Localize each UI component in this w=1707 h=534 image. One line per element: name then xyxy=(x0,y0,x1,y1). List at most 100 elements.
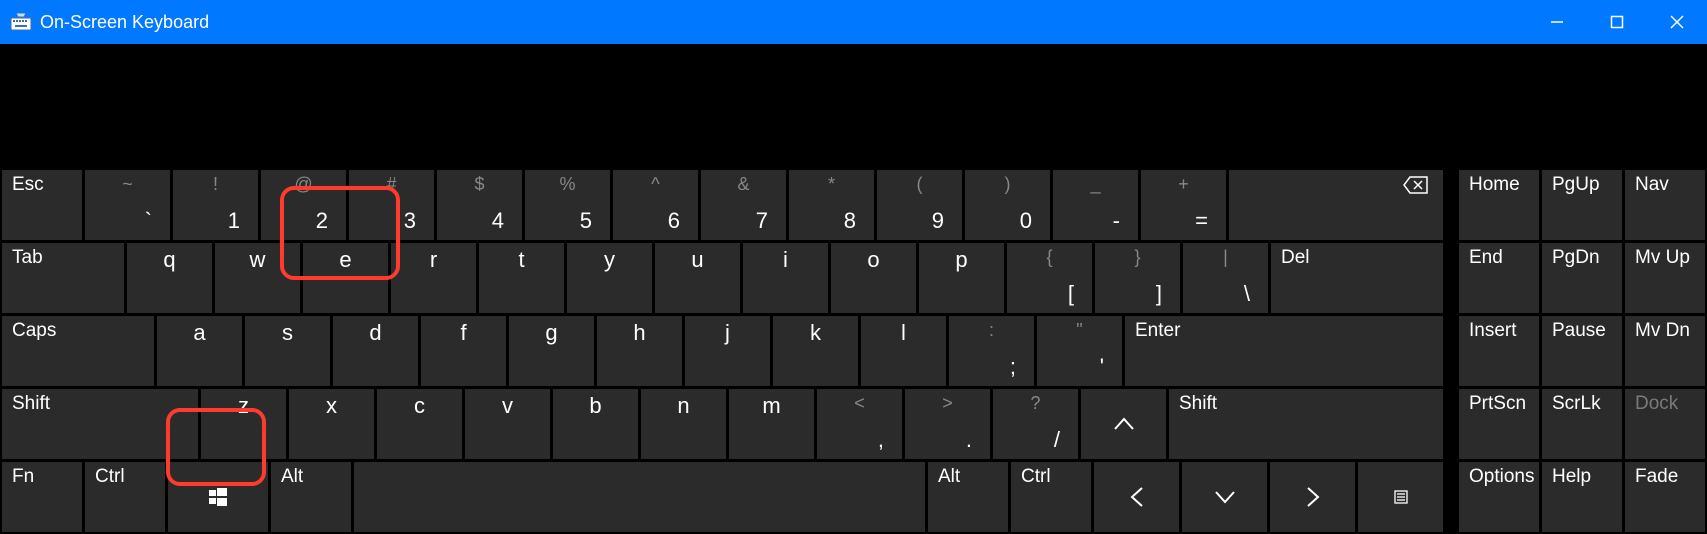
key-backslash[interactable]: |\ xyxy=(1183,243,1268,313)
row-2: Tab q w e r t y u i o p {[ }] |\ Del End… xyxy=(2,243,1705,313)
key-o[interactable]: o xyxy=(831,243,916,313)
key-pgdn[interactable]: PgDn xyxy=(1542,243,1622,313)
key-d[interactable]: d xyxy=(333,316,418,386)
app-icon xyxy=(10,13,32,31)
key-prtscn[interactable]: PrtScn xyxy=(1459,389,1539,459)
backspace-icon xyxy=(1403,176,1429,194)
key-win[interactable] xyxy=(168,462,268,532)
key-m[interactable]: m xyxy=(729,389,814,459)
key-rshift[interactable]: Shift xyxy=(1169,389,1443,459)
key-f[interactable]: f xyxy=(421,316,506,386)
key-k[interactable]: k xyxy=(773,316,858,386)
key-r[interactable]: r xyxy=(391,243,476,313)
key-s[interactable]: s xyxy=(245,316,330,386)
key-u[interactable]: u xyxy=(655,243,740,313)
key-5[interactable]: %5 xyxy=(525,170,610,240)
key-dock[interactable]: Dock xyxy=(1625,389,1705,459)
osk-window: On-Screen Keyboard Esc ~` !1 @2 #3 $4 %5… xyxy=(0,0,1707,534)
key-4[interactable]: $4 xyxy=(437,170,522,240)
key-quote[interactable]: "' xyxy=(1037,316,1122,386)
key-pause[interactable]: Pause xyxy=(1542,316,1622,386)
key-3[interactable]: #3 xyxy=(349,170,434,240)
key-c[interactable]: c xyxy=(377,389,462,459)
key-end[interactable]: End xyxy=(1459,243,1539,313)
key-1[interactable]: !1 xyxy=(173,170,258,240)
key-n[interactable]: n xyxy=(641,389,726,459)
key-backspace[interactable] xyxy=(1229,170,1443,240)
chevron-right-icon xyxy=(1306,486,1320,508)
chevron-up-icon xyxy=(1113,417,1135,431)
key-8[interactable]: *8 xyxy=(789,170,874,240)
key-h[interactable]: h xyxy=(597,316,682,386)
key-rctrl[interactable]: Ctrl xyxy=(1011,462,1091,532)
key-backtick[interactable]: ~` xyxy=(85,170,170,240)
key-lshift[interactable]: Shift xyxy=(2,389,198,459)
row-4: Shift z x c v b n m <, >. ?/ Shift PrtSc… xyxy=(2,389,1705,459)
chevron-down-icon xyxy=(1214,490,1236,504)
key-e[interactable]: e xyxy=(303,243,388,313)
key-menu[interactable] xyxy=(1358,462,1443,532)
key-t[interactable]: t xyxy=(479,243,564,313)
key-up[interactable] xyxy=(1081,389,1166,459)
key-down[interactable] xyxy=(1182,462,1267,532)
key-i[interactable]: i xyxy=(743,243,828,313)
key-pgup[interactable]: PgUp xyxy=(1542,170,1622,240)
key-mvup[interactable]: Mv Up xyxy=(1625,243,1705,313)
key-lctrl[interactable]: Ctrl xyxy=(85,462,165,532)
key-g[interactable]: g xyxy=(509,316,594,386)
key-9[interactable]: (9 xyxy=(877,170,962,240)
key-help[interactable]: Help xyxy=(1542,462,1622,532)
key-options[interactable]: Options xyxy=(1459,462,1539,532)
key-slash[interactable]: ?/ xyxy=(993,389,1078,459)
key-comma[interactable]: <, xyxy=(817,389,902,459)
key-q[interactable]: q xyxy=(127,243,212,313)
key-fade[interactable]: Fade xyxy=(1625,462,1705,532)
key-nav[interactable]: Nav xyxy=(1625,170,1705,240)
key-x[interactable]: x xyxy=(289,389,374,459)
key-esc[interactable]: Esc xyxy=(2,170,82,240)
key-lbracket[interactable]: {[ xyxy=(1007,243,1092,313)
titlebar: On-Screen Keyboard xyxy=(0,0,1707,44)
key-fn[interactable]: Fn xyxy=(2,462,82,532)
key-l[interactable]: l xyxy=(861,316,946,386)
key-0[interactable]: )0 xyxy=(965,170,1050,240)
key-del[interactable]: Del xyxy=(1271,243,1443,313)
keyboard: Esc ~` !1 @2 #3 $4 %5 ^6 &7 *8 (9 )0 _- … xyxy=(0,168,1707,534)
key-2[interactable]: @2 xyxy=(261,170,346,240)
key-z[interactable]: z xyxy=(201,389,286,459)
key-p[interactable]: p xyxy=(919,243,1004,313)
key-a[interactable]: a xyxy=(157,316,242,386)
minimize-button[interactable] xyxy=(1527,0,1587,44)
key-y[interactable]: y xyxy=(567,243,652,313)
key-j[interactable]: j xyxy=(685,316,770,386)
key-6[interactable]: ^6 xyxy=(613,170,698,240)
key-caps[interactable]: Caps xyxy=(2,316,154,386)
key-minus[interactable]: _- xyxy=(1053,170,1138,240)
key-7[interactable]: &7 xyxy=(701,170,786,240)
key-left[interactable] xyxy=(1094,462,1179,532)
key-b[interactable]: b xyxy=(553,389,638,459)
key-tab[interactable]: Tab xyxy=(2,243,124,313)
key-scrlk[interactable]: ScrLk xyxy=(1542,389,1622,459)
key-insert[interactable]: Insert xyxy=(1459,316,1539,386)
toolbar-gap xyxy=(0,44,1707,168)
chevron-left-icon xyxy=(1130,486,1144,508)
key-period[interactable]: >. xyxy=(905,389,990,459)
row-5: Fn Ctrl Alt Alt Ctrl Options Help Fade xyxy=(2,462,1705,532)
key-ralt[interactable]: Alt xyxy=(928,462,1008,532)
close-button[interactable] xyxy=(1647,0,1707,44)
key-space[interactable] xyxy=(354,462,925,532)
key-equals[interactable]: += xyxy=(1141,170,1226,240)
row-1: Esc ~` !1 @2 #3 $4 %5 ^6 &7 *8 (9 )0 _- … xyxy=(2,170,1705,240)
key-w[interactable]: w xyxy=(215,243,300,313)
key-semicolon[interactable]: :; xyxy=(949,316,1034,386)
key-v[interactable]: v xyxy=(465,389,550,459)
window-title: On-Screen Keyboard xyxy=(40,12,209,33)
key-rbracket[interactable]: }] xyxy=(1095,243,1180,313)
key-mvdn[interactable]: Mv Dn xyxy=(1625,316,1705,386)
key-right[interactable] xyxy=(1270,462,1355,532)
key-home[interactable]: Home xyxy=(1459,170,1539,240)
key-enter[interactable]: Enter xyxy=(1125,316,1443,386)
maximize-button[interactable] xyxy=(1587,0,1647,44)
key-lalt[interactable]: Alt xyxy=(271,462,351,532)
